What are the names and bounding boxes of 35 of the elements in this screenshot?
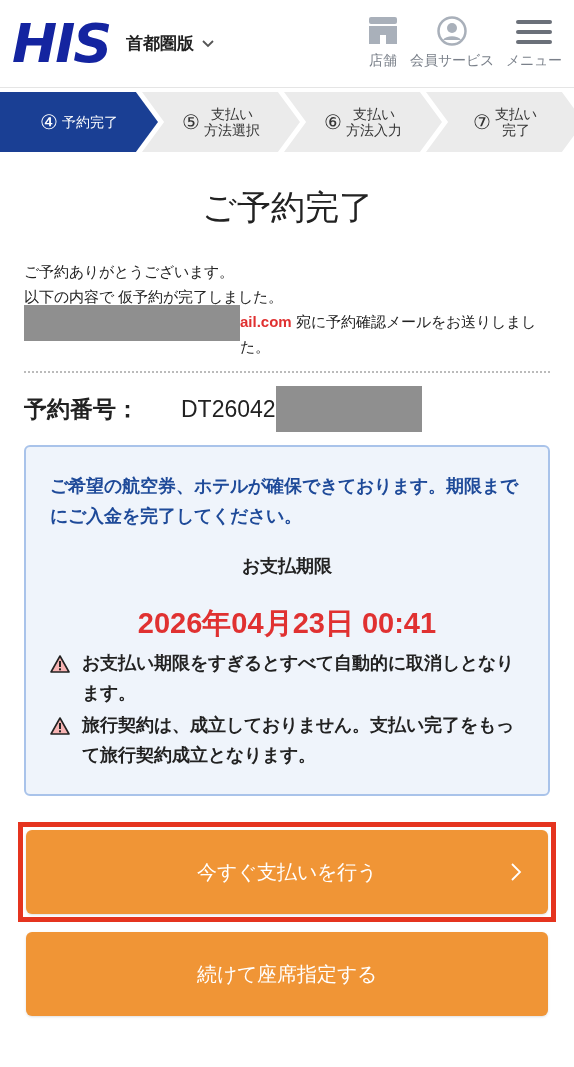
message-text: ご予約ありがとうございます。 bbox=[24, 262, 235, 282]
step-label: 方法選択 bbox=[204, 122, 260, 138]
warning-text: お支払い期限をすぎるとすべて自動的に取消しとなります。 bbox=[82, 651, 515, 705]
store-icon bbox=[368, 16, 398, 46]
email-notice: ail.com 宛に予約確認メールをお送りしました。 bbox=[240, 312, 537, 357]
page-title: ご予約完了 bbox=[200, 187, 374, 228]
step-label: 方法入力 bbox=[346, 122, 402, 138]
step-label: 支払い bbox=[211, 106, 253, 122]
nav-button[interactable]: 会員サービス bbox=[410, 16, 494, 71]
reservation-number: DT26042 bbox=[181, 394, 276, 424]
action-button[interactable]: 今すぐ支払いを行う bbox=[26, 829, 548, 914]
step-label: 支払い bbox=[353, 106, 395, 122]
region-selector[interactable]: 首都圏版 bbox=[126, 30, 215, 57]
user-icon bbox=[437, 16, 467, 46]
chevron-down-icon bbox=[202, 39, 215, 48]
step-number: ④ bbox=[40, 110, 58, 135]
step-label: 予約完了 bbox=[62, 114, 118, 130]
warning-icon bbox=[50, 654, 70, 673]
action-button[interactable]: 続けて座席指定する bbox=[26, 931, 548, 1016]
step-number: ⑥ bbox=[324, 110, 342, 135]
step-number: ⑦ bbox=[473, 110, 491, 135]
message-text: 以下の内容で 仮予約が完了しました。 bbox=[24, 287, 285, 307]
logo[interactable]: HIS bbox=[12, 16, 111, 71]
menu-icon bbox=[515, 18, 553, 46]
step-number: ⑤ bbox=[182, 110, 200, 135]
deadline-label: お支払期限 bbox=[241, 555, 333, 578]
deadline-date: 2026年04月23日 00:41 bbox=[136, 606, 438, 641]
warning-icon bbox=[50, 716, 70, 735]
reservation-label: 予約番号： bbox=[24, 394, 140, 424]
step-label: 完了 bbox=[502, 122, 530, 138]
nav-button[interactable]: メニュー bbox=[506, 18, 562, 71]
notice-message: ご希望の航空券、ホテルが確保できております。期限までにご入金を完了してください。 bbox=[50, 475, 520, 528]
nav-button[interactable]: 店舗 bbox=[368, 16, 398, 71]
warning-text: 旅行契約は、成立しておりません。支払い完了をもって旅行契約成立となります。 bbox=[82, 713, 515, 767]
step-label: 支払い bbox=[495, 106, 537, 122]
